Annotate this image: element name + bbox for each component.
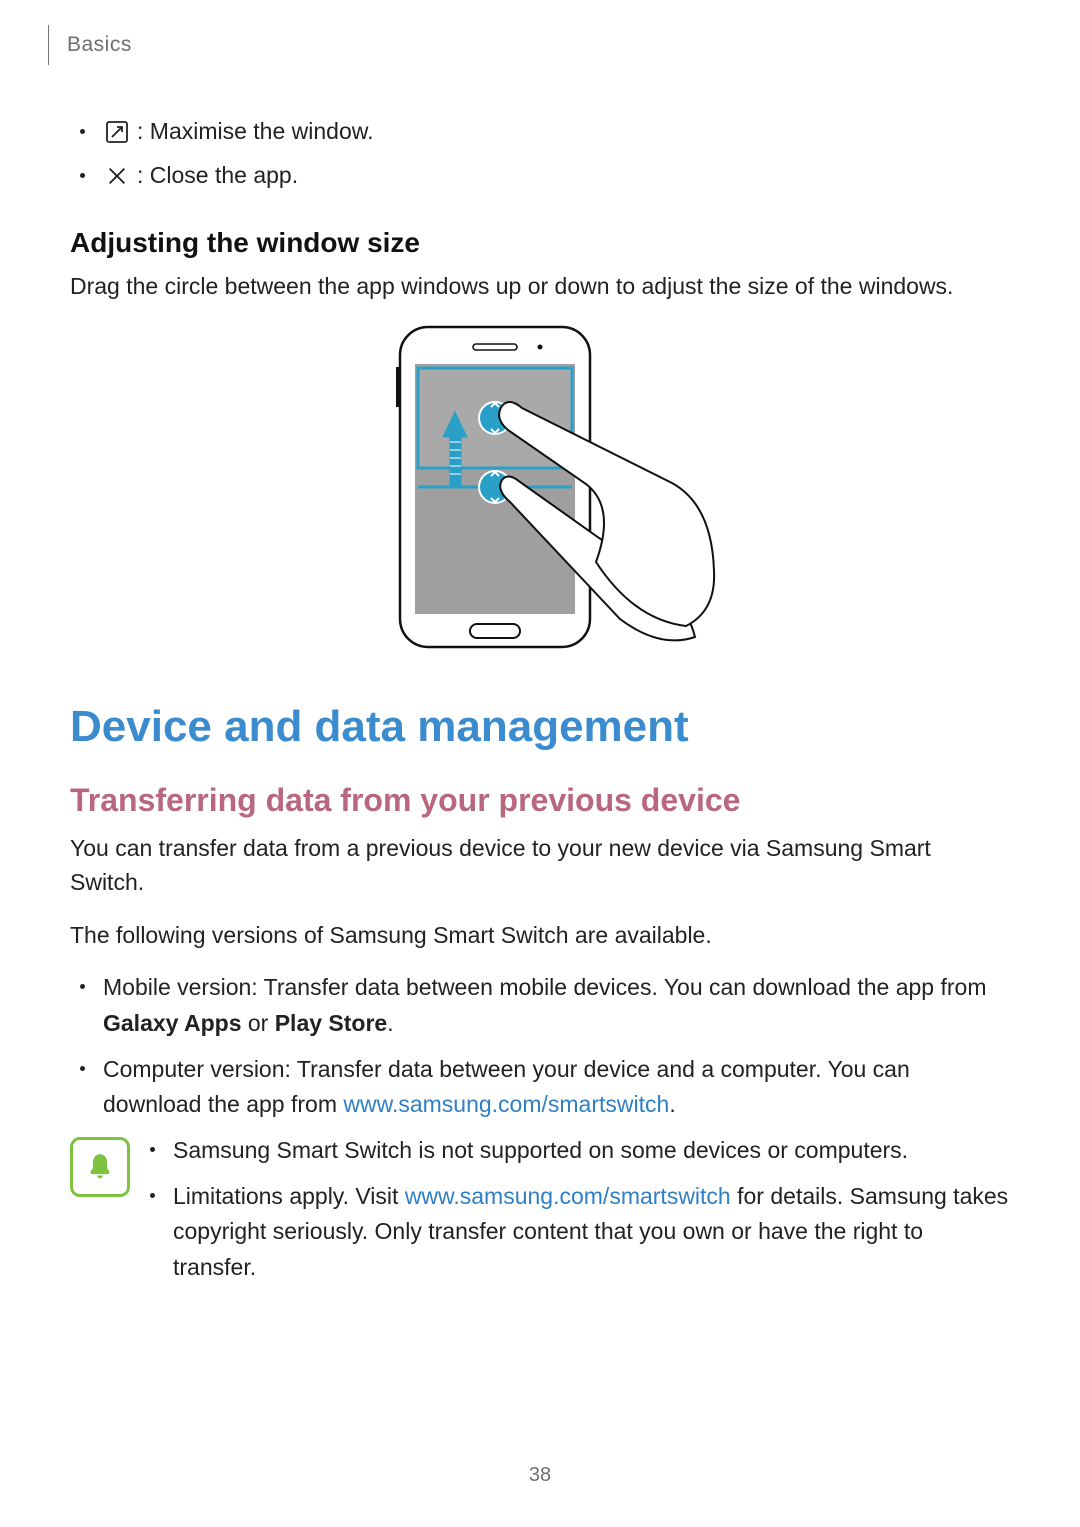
note-list: Samsung Smart Switch is not supported on… bbox=[150, 1133, 1010, 1296]
text-fragment: or bbox=[241, 1010, 274, 1036]
text-bold: Galaxy Apps bbox=[103, 1010, 241, 1036]
note-block: Samsung Smart Switch is not supported on… bbox=[70, 1133, 1010, 1296]
icon-action-text: : Close the app. bbox=[137, 154, 298, 198]
bullet bbox=[80, 173, 85, 178]
list-item-text: Mobile version: Transfer data between mo… bbox=[103, 970, 1010, 1041]
bullet bbox=[80, 984, 85, 989]
bullet bbox=[80, 1066, 85, 1071]
body-text: Drag the circle between the app windows … bbox=[70, 269, 1010, 304]
body-text: You can transfer data from a previous de… bbox=[70, 831, 1010, 900]
text-fragment: Mobile version: Transfer data between mo… bbox=[103, 974, 986, 1000]
maximise-icon bbox=[103, 118, 131, 146]
note-icon bbox=[70, 1137, 130, 1197]
subsection-heading: Transferring data from your previous dev… bbox=[70, 782, 1010, 819]
link-smartswitch[interactable]: www.samsung.com/smartswitch bbox=[343, 1091, 669, 1117]
bullet bbox=[150, 1147, 155, 1152]
list-item: Limitations apply. Visit www.samsung.com… bbox=[150, 1179, 1010, 1286]
illustration-split-window-drag bbox=[70, 322, 1010, 652]
list-item: : Maximise the window. bbox=[80, 110, 1010, 154]
text-fragment: . bbox=[387, 1010, 393, 1036]
close-icon bbox=[103, 162, 131, 190]
list-item-text: Limitations apply. Visit www.samsung.com… bbox=[173, 1179, 1010, 1286]
list-item: : Close the app. bbox=[80, 154, 1010, 198]
body-text: The following versions of Samsung Smart … bbox=[70, 918, 1010, 953]
icon-action-list: : Maximise the window. : Close the app. bbox=[80, 110, 1010, 197]
bullet bbox=[80, 129, 85, 134]
header-tick bbox=[48, 25, 49, 65]
list-item: Samsung Smart Switch is not supported on… bbox=[150, 1133, 1010, 1169]
list-item: Mobile version: Transfer data between mo… bbox=[80, 970, 1010, 1041]
versions-list: Mobile version: Transfer data between mo… bbox=[80, 970, 1010, 1123]
icon-action-text: : Maximise the window. bbox=[137, 110, 373, 154]
section-heading: Device and data management bbox=[70, 702, 1010, 752]
text-bold: Play Store bbox=[275, 1010, 388, 1036]
page-header: Basics bbox=[0, 25, 132, 65]
link-smartswitch[interactable]: www.samsung.com/smartswitch bbox=[405, 1183, 731, 1209]
page-number: 38 bbox=[0, 1464, 1080, 1487]
list-item: Computer version: Transfer data between … bbox=[80, 1052, 1010, 1123]
subheading-adjust-window: Adjusting the window size bbox=[70, 227, 1010, 259]
list-item-text: Samsung Smart Switch is not supported on… bbox=[173, 1133, 908, 1169]
list-item-text: Computer version: Transfer data between … bbox=[103, 1052, 1010, 1123]
text-fragment: . bbox=[669, 1091, 675, 1117]
page-content: : Maximise the window. : Close the app. … bbox=[0, 0, 1080, 1296]
text-fragment: Limitations apply. Visit bbox=[173, 1183, 405, 1209]
bullet bbox=[150, 1193, 155, 1198]
header-breadcrumb: Basics bbox=[67, 33, 132, 57]
